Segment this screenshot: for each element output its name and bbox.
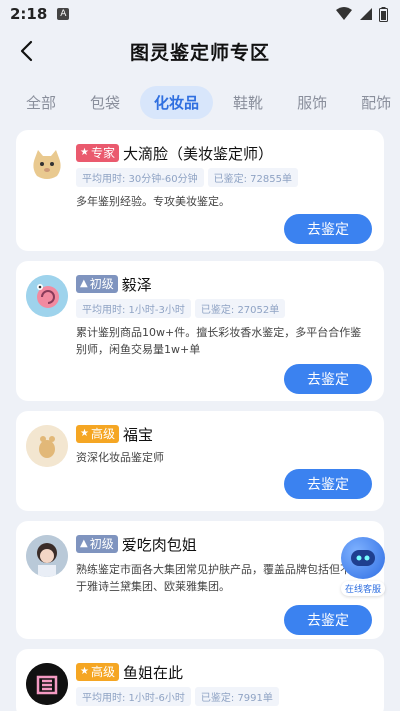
page-title: 图灵鉴定师专区 — [129, 41, 270, 64]
expert-description: 累计鉴别商品10w+件。擅长彩妆香水鉴定，多平台合作鉴别师，闲鱼交易量1w+单 — [76, 326, 362, 356]
expert-description: 多年鉴别经验。专攻美妆鉴定。 — [76, 195, 230, 208]
appraise-button[interactable]: 去鉴定 — [284, 214, 372, 244]
expert-list: ★ 专家 大滴脸（美妆鉴定师） 平均用时: 30分钟-60分钟 已鉴定: 7285… — [0, 130, 400, 711]
tab-all[interactable]: 全部 — [12, 86, 70, 119]
tab-bags[interactable]: 包袋 — [76, 86, 134, 119]
avg-time: 平均用时: 1小时-3小时 — [76, 299, 191, 318]
expert-name: 爱吃肉包姐 — [121, 535, 197, 554]
status-time: 2:18 — [10, 5, 48, 23]
tab-cosmetics[interactable]: 化妆品 — [140, 85, 214, 119]
battery-icon — [379, 6, 388, 22]
expert-name: 毅泽 — [121, 275, 152, 294]
status-icons — [335, 6, 388, 22]
rank-icon: ▲ — [80, 538, 88, 549]
level-badge: ★ 专家 — [76, 144, 119, 162]
snail-avatar — [26, 275, 68, 317]
star-icon: ★ — [80, 147, 89, 158]
cat-avatar — [26, 144, 68, 186]
notification-icon: A — [57, 8, 70, 20]
appraised-count: 已鉴定: 27052单 — [194, 299, 286, 318]
online-service-label: 在线客服 — [340, 581, 385, 596]
girl-avatar — [26, 535, 68, 577]
chevron-left-icon — [20, 40, 33, 62]
appraise-button[interactable]: 去鉴定 — [284, 469, 372, 499]
category-tabs: 全部 包袋 化妆品 鞋靴 服饰 配饰 — [0, 74, 400, 130]
wifi-icon — [336, 7, 352, 20]
expert-description: 熟练鉴定市面各大集团常见护肤产品，覆盖品牌包括但不限于雅诗兰黛集团、欧莱雅集团。 — [76, 563, 362, 593]
expert-name: 福宝 — [122, 425, 153, 444]
status-bar: 2:18 A — [0, 0, 400, 28]
rank-icon: ▲ — [80, 278, 88, 289]
expert-card[interactable]: ★ 高级 福宝 资深化妆品鉴定师 去鉴定 — [16, 411, 384, 511]
expert-card[interactable]: ★ 专家 大滴脸（美妆鉴定师） 平均用时: 30分钟-60分钟 已鉴定: 7285… — [16, 130, 384, 251]
star-icon: ★ — [80, 428, 89, 439]
star-icon: ★ — [80, 666, 89, 677]
tab-accessories[interactable]: 配饰 — [347, 86, 400, 119]
expert-card[interactable]: ▲ 初级 爱吃肉包姐 熟练鉴定市面各大集团常见护肤产品，覆盖品牌包括但不限于雅诗兰… — [16, 521, 384, 639]
avg-time: 平均用时: 1小时-6小时 — [76, 687, 191, 706]
robot-icon — [341, 537, 385, 579]
expert-name: 鱼姐在此 — [122, 663, 183, 682]
level-badge: ▲ 初级 — [76, 275, 118, 293]
appraised-count: 已鉴定: 7991单 — [194, 687, 279, 706]
level-badge: ★ 高级 — [76, 663, 119, 681]
appraise-button[interactable]: 去鉴定 — [284, 605, 372, 635]
header: 图灵鉴定师专区 — [0, 28, 400, 74]
fish-avatar — [26, 663, 68, 705]
online-service-button[interactable]: 在线客服 — [336, 537, 390, 597]
appraised-count: 已鉴定: 72855单 — [207, 168, 298, 187]
appraise-button[interactable]: 去鉴定 — [284, 364, 372, 394]
signal-icon — [360, 8, 372, 20]
expert-card[interactable]: ▲ 初级 毅泽 平均用时: 1小时-3小时 已鉴定: 27052单 累计鉴别商品1… — [16, 261, 384, 401]
level-badge: ▲ 初级 — [76, 535, 118, 553]
bear-avatar — [26, 425, 68, 467]
expert-card[interactable]: ★ 高级 鱼姐在此 平均用时: 1小时-6小时 已鉴定: 7991单 — [16, 649, 384, 711]
back-button[interactable] — [14, 38, 38, 64]
tab-clothing[interactable]: 服饰 — [283, 86, 341, 119]
level-badge: ★ 高级 — [76, 425, 119, 443]
expert-name: 大滴脸（美妆鉴定师） — [122, 144, 273, 163]
tab-shoes[interactable]: 鞋靴 — [219, 86, 277, 119]
avg-time: 平均用时: 30分钟-60分钟 — [76, 168, 204, 187]
expert-description: 资深化妆品鉴定师 — [76, 451, 164, 464]
